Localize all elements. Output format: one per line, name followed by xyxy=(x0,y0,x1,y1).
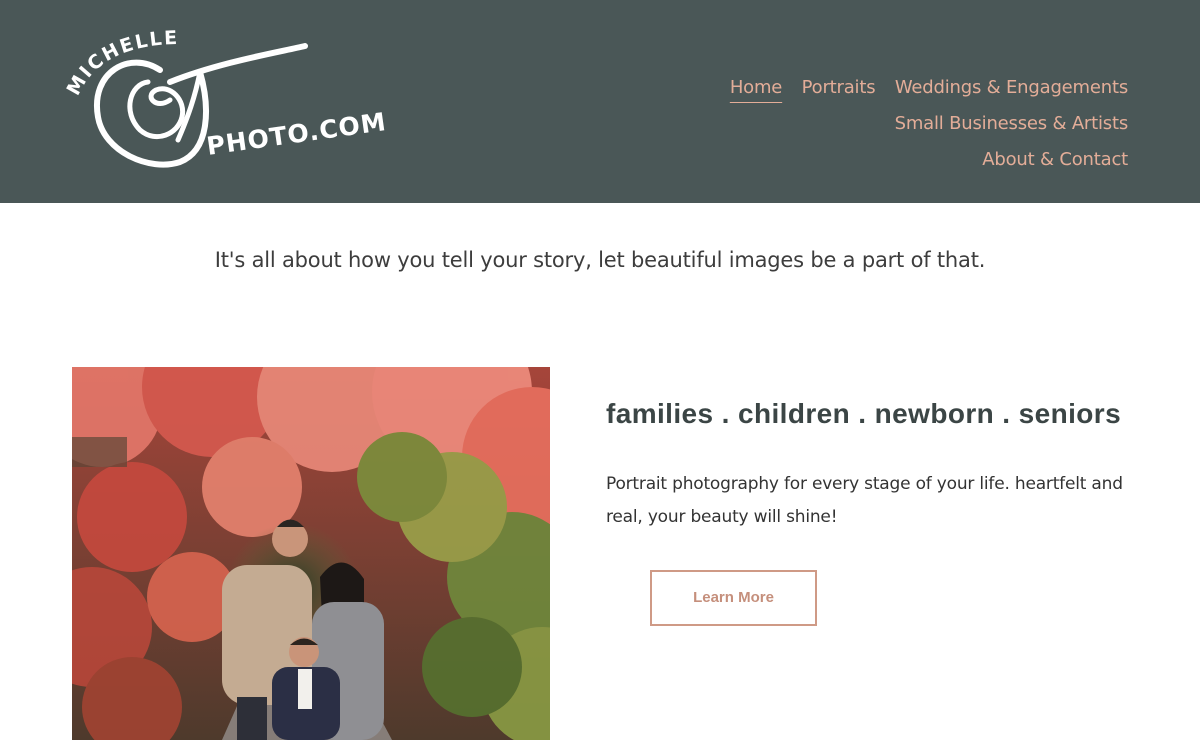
nav-item-small-businesses-artists[interactable]: Small Businesses & Artists xyxy=(895,106,1129,141)
logo-bottom-text: PHOTO.COM xyxy=(205,107,389,161)
section-body-text: Portrait photography for every stage of … xyxy=(606,474,1123,527)
main-nav: Home Portraits Weddings & Engagements Sm… xyxy=(508,70,1128,178)
logo-graphic: MICHELLE PHOTO.COM xyxy=(63,27,389,168)
nav-item-weddings-engagements[interactable]: Weddings & Engagements xyxy=(895,70,1128,105)
family-portrait-photo xyxy=(72,367,550,740)
nav-item-home[interactable]: Home xyxy=(730,70,783,105)
learn-more-button[interactable]: Learn More xyxy=(650,570,817,626)
nav-item-about-contact[interactable]: About & Contact xyxy=(982,142,1128,177)
site-logo[interactable]: MICHELLE PHOTO.COM xyxy=(60,22,400,182)
site-header: MICHELLE PHOTO.COM Home Portraits Weddin… xyxy=(0,0,1200,203)
tagline: It's all about how you tell your story, … xyxy=(214,248,986,272)
nav-item-portraits[interactable]: Portraits xyxy=(802,70,876,105)
section-heading: families . children . newborn . seniors xyxy=(606,398,1122,429)
